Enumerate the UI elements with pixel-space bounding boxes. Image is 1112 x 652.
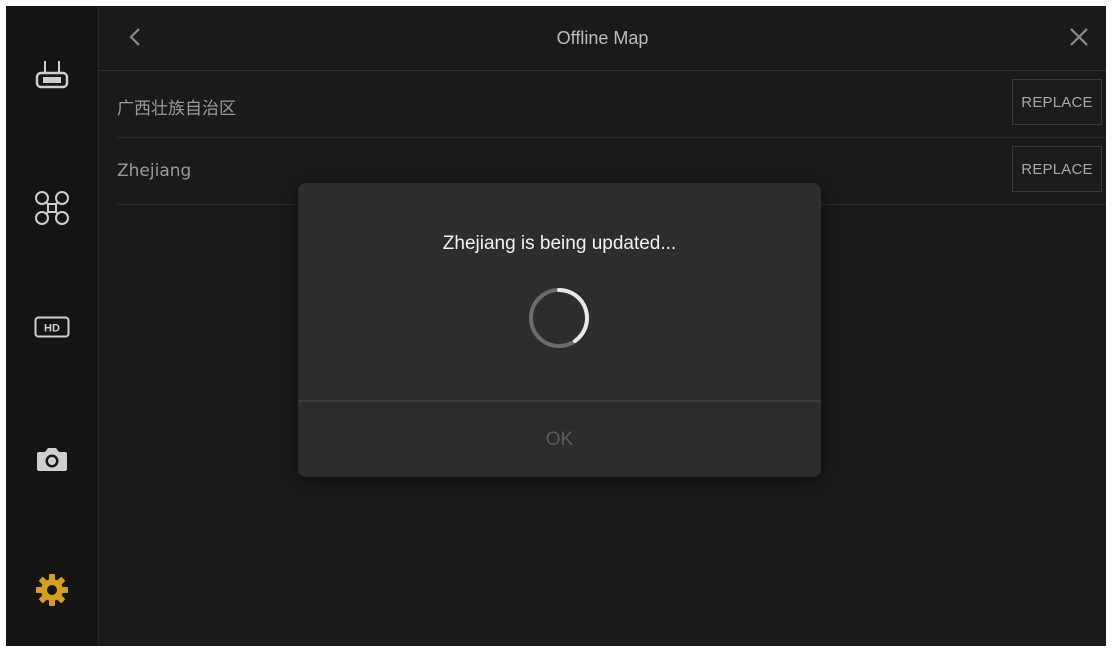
loading-spinner-icon — [526, 285, 592, 351]
update-dialog: Zhejiang is being updated... OK — [298, 183, 821, 477]
modal-overlay: Zhejiang is being updated... OK — [6, 6, 1106, 646]
ok-button[interactable]: OK — [298, 402, 821, 477]
app-screen: HD Offline Map 广西壮族自治区 REPLACE Zhejiang … — [6, 6, 1106, 646]
dialog-message: Zhejiang is being updated... — [442, 233, 677, 254]
